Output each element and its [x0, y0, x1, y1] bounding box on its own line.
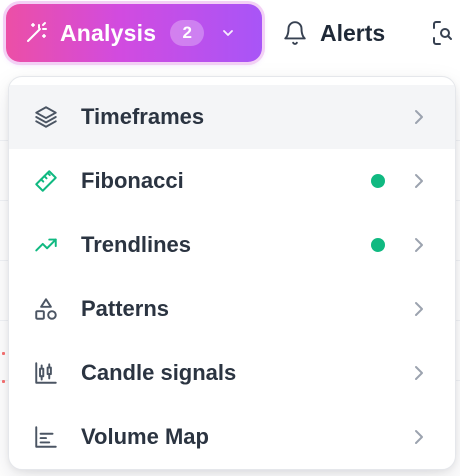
menu-item-label: Volume Map: [81, 424, 209, 449]
enabled-indicator-dot: [371, 238, 385, 252]
alerts-label: Alerts: [320, 19, 386, 46]
candlestick-icon: [33, 360, 59, 386]
bar-chart-icon: [33, 424, 59, 450]
shapes-icon: [33, 296, 59, 322]
chart-candle: [2, 380, 5, 383]
chevron-right-icon: [415, 302, 423, 316]
ruler-icon: [33, 168, 59, 194]
trending-up-icon: [33, 232, 59, 258]
chevron-down-icon: [223, 30, 234, 36]
chevron-right-icon: [415, 110, 423, 124]
menu-item-label: Timeframes: [81, 104, 205, 129]
menu-item-patterns[interactable]: Patterns: [9, 277, 455, 341]
chevron-right-icon: [415, 430, 423, 444]
bell-icon: [284, 21, 306, 45]
analysis-count-badge: 2: [170, 20, 205, 46]
menu-item-fibonacci[interactable]: Fibonacci: [9, 149, 455, 213]
chart-candle: [2, 352, 5, 355]
magic-wand-icon: [27, 22, 47, 42]
menu-item-label: Trendlines: [81, 232, 192, 257]
menu-item-candle-signals[interactable]: Candle signals: [9, 341, 455, 405]
alerts-button[interactable]: Alerts: [282, 10, 385, 56]
menu-item-volume-map[interactable]: Volume Map: [9, 405, 455, 469]
menu-item-label: Patterns: [81, 296, 170, 321]
scan-search-icon[interactable]: [430, 18, 460, 48]
analysis-dropdown-menu: Timeframes Fibonacci Trendlines Patterns…: [8, 76, 456, 470]
enabled-indicator-dot: [371, 174, 385, 188]
menu-item-timeframes[interactable]: Timeframes: [9, 85, 455, 149]
menu-item-label: Candle signals: [81, 360, 237, 385]
menu-item-trendlines[interactable]: Trendlines: [9, 213, 455, 277]
analysis-label: Analysis: [60, 19, 157, 46]
chevron-right-icon: [415, 174, 423, 188]
menu-item-label: Fibonacci: [81, 168, 184, 193]
layers-icon: [33, 104, 59, 130]
analysis-button[interactable]: Analysis 2: [6, 4, 262, 62]
chevron-right-icon: [415, 238, 423, 252]
chevron-right-icon: [415, 366, 423, 380]
toolbar: Analysis 2 Alerts: [0, 0, 460, 70]
